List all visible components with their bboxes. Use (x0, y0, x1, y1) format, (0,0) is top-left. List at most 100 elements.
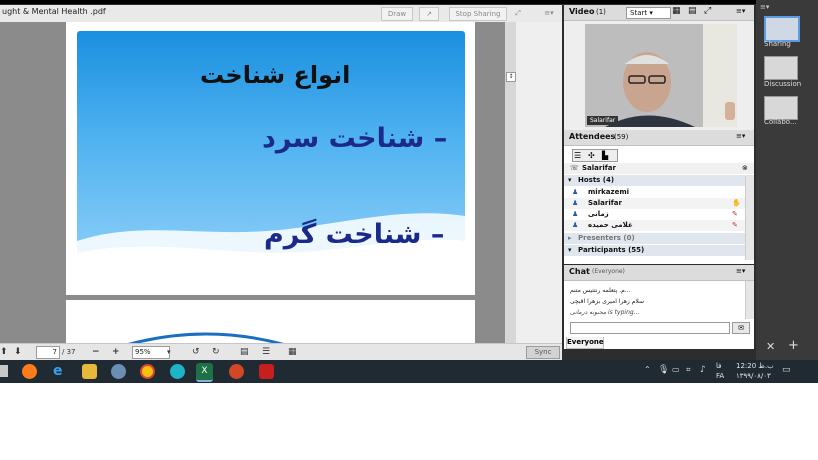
hosts-group-header[interactable]: ▾ Hosts (4) (564, 175, 754, 186)
battery-icon[interactable]: ▭ (672, 365, 680, 374)
excel-icon[interactable]: X (196, 363, 213, 382)
clock-date[interactable]: ۱۳۹۹/۰۸/۰۳ (736, 372, 771, 380)
rotate-left-icon[interactable]: ↺ (192, 346, 200, 358)
thumbnails-icon[interactable]: ▦ (288, 346, 297, 358)
pdf-header-bar: ught & Mental Health .pdf Draw ↗ Stop Sh… (0, 5, 562, 23)
sidebar-item-discussion[interactable] (764, 56, 798, 80)
sidebar-item-label: Discussion (764, 80, 802, 88)
single-page-icon[interactable]: ▤ (240, 346, 249, 358)
pod-menu-icon[interactable]: ≡▾ (736, 7, 745, 15)
list-item[interactable]: ♟ غلامی حمیده ✎ (564, 220, 754, 231)
presenter-video-image (585, 24, 737, 127)
mic-muted-icon: ✎ (732, 210, 738, 218)
list-view-icon[interactable]: ☰ (574, 150, 581, 161)
scroll-thumb[interactable]: ↕ (506, 72, 516, 82)
chat-input[interactable] (570, 322, 730, 334)
chevron-down-icon: ▾ (649, 9, 653, 17)
chevron-up-icon[interactable]: ⌃ (644, 365, 651, 374)
status-view-icon[interactable]: ✣ (588, 150, 595, 161)
file-explorer-icon[interactable] (82, 364, 97, 379)
clock-time[interactable]: 12:20 ب.ظ (736, 362, 774, 370)
grid-layout-icon[interactable]: ▦ (672, 6, 681, 16)
attendee-name: زمانی (588, 210, 609, 218)
mic-muted-icon: ✎ (732, 221, 738, 229)
list-item[interactable]: ♟ زمانی ✎ (564, 209, 754, 220)
powerpoint-icon[interactable] (229, 364, 244, 379)
volume-icon[interactable]: ♪ (700, 365, 706, 375)
chrome-icon[interactable] (140, 364, 155, 379)
draw-button-label: Draw (387, 10, 407, 18)
firefox-icon[interactable] (22, 364, 37, 379)
chat-label: Chat (569, 267, 590, 276)
keyboard-language[interactable]: FA (716, 372, 724, 380)
chat-scrollbar[interactable] (745, 281, 754, 319)
continuous-page-icon[interactable]: ☰ (262, 346, 270, 358)
zoom-select[interactable]: 95% (132, 346, 170, 359)
draw-button[interactable]: Draw (381, 7, 413, 21)
attendees-header: Attendees (59) ≡▾ (564, 130, 754, 146)
zoom-in-icon[interactable]: + (112, 346, 120, 358)
media-player-icon[interactable] (111, 364, 126, 379)
attendees-scrollbar[interactable] (745, 176, 754, 260)
page-total: / 37 (62, 348, 76, 356)
sidebar-item-label: Sharing (764, 40, 791, 48)
pdf-vertical-scrollbar[interactable]: ↕ (505, 22, 516, 343)
add-icon[interactable]: + (788, 338, 799, 353)
participants-group-header[interactable]: ▾ Participants (55) (564, 245, 754, 256)
notification-icon[interactable]: ▭ (782, 365, 791, 375)
pod-menu-icon[interactable]: ≡▾ (540, 7, 558, 19)
start-label: Start (630, 9, 648, 17)
pdf-next-page (66, 300, 475, 343)
sync-button[interactable]: Sync (526, 346, 560, 359)
pod-menu-icon[interactable]: ≡▾ (736, 267, 745, 275)
slide-bullet-1: – شناخت سرد (262, 123, 448, 154)
sidebar-menu-icon[interactable]: ≡▾ (760, 3, 769, 11)
chat-tab-everyone[interactable]: Everyone (566, 337, 604, 349)
send-message-icon[interactable]: ✉ (732, 322, 750, 334)
rotate-right-icon[interactable]: ↻ (212, 346, 220, 358)
microphone-icon[interactable]: 🎙 (658, 365, 669, 375)
chat-scope: (Everyone) (592, 268, 625, 275)
filmstrip-icon[interactable]: ▤ (688, 6, 697, 16)
close-icon[interactable]: ⊗ (742, 163, 748, 174)
presenters-label: Presenters (0) (578, 234, 635, 242)
sidebar-item-sharing[interactable] (764, 16, 800, 42)
close-icon[interactable]: ✕ (766, 340, 775, 353)
attendee-name: غلامی حمیده (588, 221, 633, 229)
breakout-icon[interactable]: ▙ (602, 150, 608, 161)
internet-explorer-icon[interactable]: e (53, 364, 68, 379)
attendee-name: Salarifar (588, 199, 622, 207)
taskbar-lang-glyph: فا (716, 362, 722, 370)
network-icon[interactable]: ⌗ (686, 365, 691, 375)
pod-menu-icon[interactable]: ≡▾ (736, 132, 745, 140)
list-item[interactable]: ♟ Salarifar ✋ (564, 198, 754, 209)
arrow-down-icon[interactable]: ⬇ (14, 346, 22, 358)
zoom-out-icon[interactable]: − (92, 346, 100, 358)
video-label: Video (569, 7, 595, 16)
attendee-view-switcher[interactable]: ☰ ✣ ▙ (572, 149, 618, 162)
page-number-input[interactable]: 7 (36, 346, 60, 359)
stop-sharing-button[interactable]: Stop Sharing (449, 7, 507, 21)
chevron-down-icon: ▾ (568, 176, 572, 184)
edge-icon[interactable] (170, 364, 185, 379)
fullscreen-icon[interactable]: ⤢ (704, 6, 711, 16)
self-status-row[interactable]: ☏ Salarifar ⊗ (564, 163, 754, 174)
pdf-reader-icon[interactable] (259, 364, 274, 379)
hosts-label: Hosts (4) (578, 176, 615, 184)
pdf-filename: ught & Mental Health .pdf (2, 7, 106, 16)
pointer-button[interactable]: ↗ (419, 7, 439, 21)
fullscreen-icon[interactable]: ⤢ (511, 7, 525, 19)
attendee-name: mirkazemi (588, 188, 630, 196)
zoom-value: 95% (135, 348, 151, 356)
pointer-icon: ↗ (426, 10, 432, 18)
start-icon[interactable] (0, 365, 8, 377)
arrow-up-icon[interactable]: ⬆ (0, 346, 8, 358)
presenters-group-header[interactable]: ▸ Presenters (0) (564, 233, 754, 244)
chevron-down-icon[interactable]: ▾ (167, 346, 171, 358)
raise-hand-icon: ✋ (732, 199, 741, 207)
host-user-icon: ♟ (572, 210, 579, 218)
start-video-button[interactable]: Start ▾ (626, 7, 671, 19)
list-item[interactable]: ♟ mirkazemi (564, 187, 754, 198)
sidebar-item-collaboration[interactable] (764, 96, 798, 120)
host-user-icon: ♟ (572, 188, 579, 196)
